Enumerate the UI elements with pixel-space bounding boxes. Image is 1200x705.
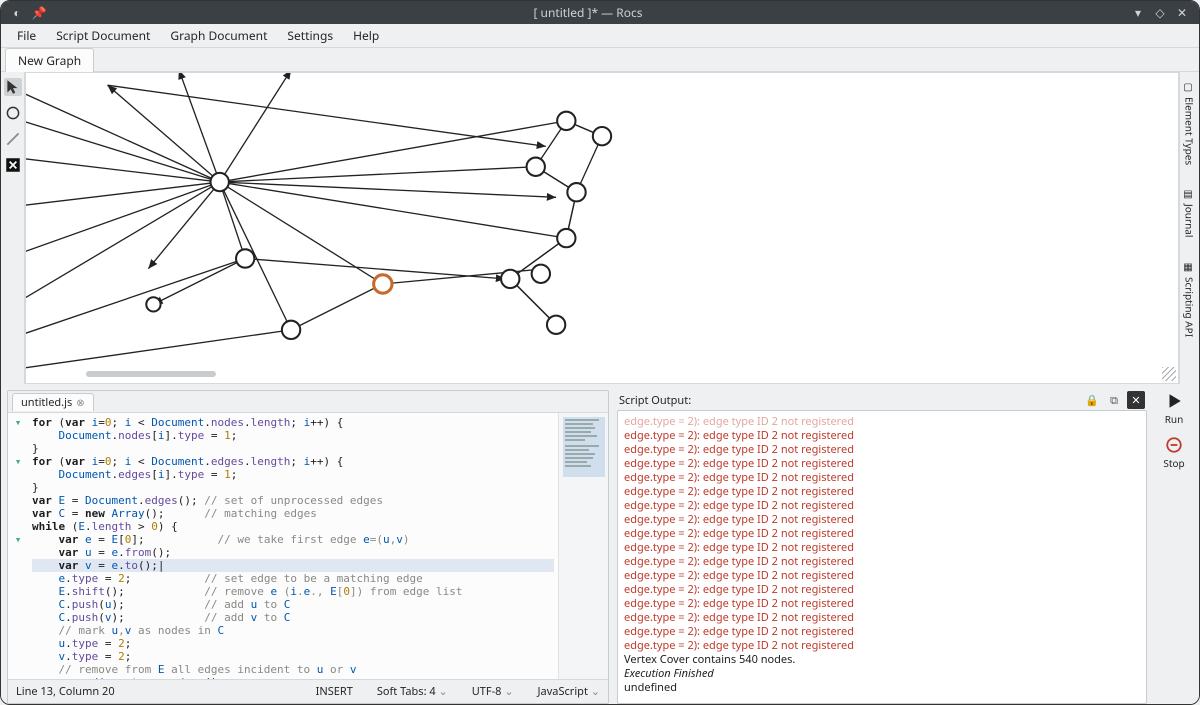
run-button[interactable]: Run: [1165, 392, 1184, 426]
stop-button[interactable]: Stop: [1163, 436, 1184, 470]
maximize-icon[interactable]: ◇: [1151, 4, 1169, 22]
selected-node: [374, 275, 392, 293]
cursor-position: Line 13, Column 20: [16, 684, 115, 699]
graph-canvas[interactable]: [25, 72, 1179, 384]
app-icon: ◐: [9, 5, 25, 21]
editor-statusbar: Line 13, Column 20 INSERT Soft Tabs: 4 U…: [8, 679, 608, 703]
titlebar: ◐ 📌 [ untitled ]* — Rocs ▾ ◇ ✕: [1, 1, 1199, 24]
minimize-icon[interactable]: ▾: [1129, 4, 1147, 22]
encoding[interactable]: UTF-8: [472, 684, 514, 699]
side-panel-strip: ▢ Element Types ▤ Journal ▦ Scripting AP…: [1179, 72, 1199, 384]
edit-mode[interactable]: INSERT: [316, 684, 353, 699]
run-controls: Run Stop: [1155, 390, 1193, 704]
output-body[interactable]: edge.type = 2): edge type ID 2 not regis…: [617, 410, 1147, 704]
output-label: Script Output:: [619, 393, 691, 408]
graph-scrollbar[interactable]: [86, 371, 216, 377]
graph-resize-handle[interactable]: [1162, 367, 1176, 381]
menu-graph-document[interactable]: Graph Document: [160, 24, 277, 47]
clear-icon[interactable]: ✕: [1127, 391, 1145, 409]
panel-journal[interactable]: ▤ Journal: [1183, 185, 1197, 241]
menubar: File Script Document Graph Document Sett…: [1, 24, 1199, 48]
language[interactable]: JavaScript: [538, 684, 600, 699]
lock-icon[interactable]: 🔒: [1083, 391, 1101, 409]
fold-gutter[interactable]: ▾▾ ▾ ▾▾: [8, 413, 28, 679]
pin-icon[interactable]: 📌: [31, 5, 47, 21]
circle-node-tool[interactable]: [4, 104, 22, 122]
close-icon[interactable]: ✕: [1173, 4, 1191, 22]
window-title: [ untitled ]* — Rocs: [47, 4, 1129, 21]
menu-settings[interactable]: Settings: [277, 24, 343, 47]
editor-tab-untitled[interactable]: untitled.js ⊗: [12, 393, 94, 411]
script-editor: untitled.js ⊗ ▾▾ ▾ ▾▾ for (var i=0; i < …: [7, 390, 609, 704]
edge-tool[interactable]: [4, 130, 22, 148]
soft-tabs[interactable]: Soft Tabs: 4: [377, 684, 448, 699]
tool-strip: [1, 72, 25, 384]
graph-tabbar: New Graph: [1, 48, 1199, 72]
tab-new-graph[interactable]: New Graph: [5, 48, 94, 72]
minimap[interactable]: [558, 413, 608, 679]
script-output-pane: Script Output: 🔒 ⧉ ✕ edge.type = 2): edg…: [617, 390, 1147, 704]
editor-tab-label: untitled.js: [21, 395, 72, 410]
close-icon[interactable]: ⊗: [76, 395, 84, 409]
panel-scripting-api[interactable]: ▦ Scripting API: [1183, 258, 1197, 341]
panel-element-types[interactable]: ▢ Element Types: [1183, 78, 1197, 169]
menu-file[interactable]: File: [7, 24, 46, 47]
pointer-tool[interactable]: [4, 78, 22, 96]
menu-script-document[interactable]: Script Document: [46, 24, 160, 47]
menu-help[interactable]: Help: [343, 24, 389, 47]
code-area[interactable]: for (var i=0; i < Document.nodes.length;…: [28, 413, 558, 679]
delete-tool[interactable]: [4, 156, 22, 174]
copy-icon[interactable]: ⧉: [1105, 391, 1123, 409]
